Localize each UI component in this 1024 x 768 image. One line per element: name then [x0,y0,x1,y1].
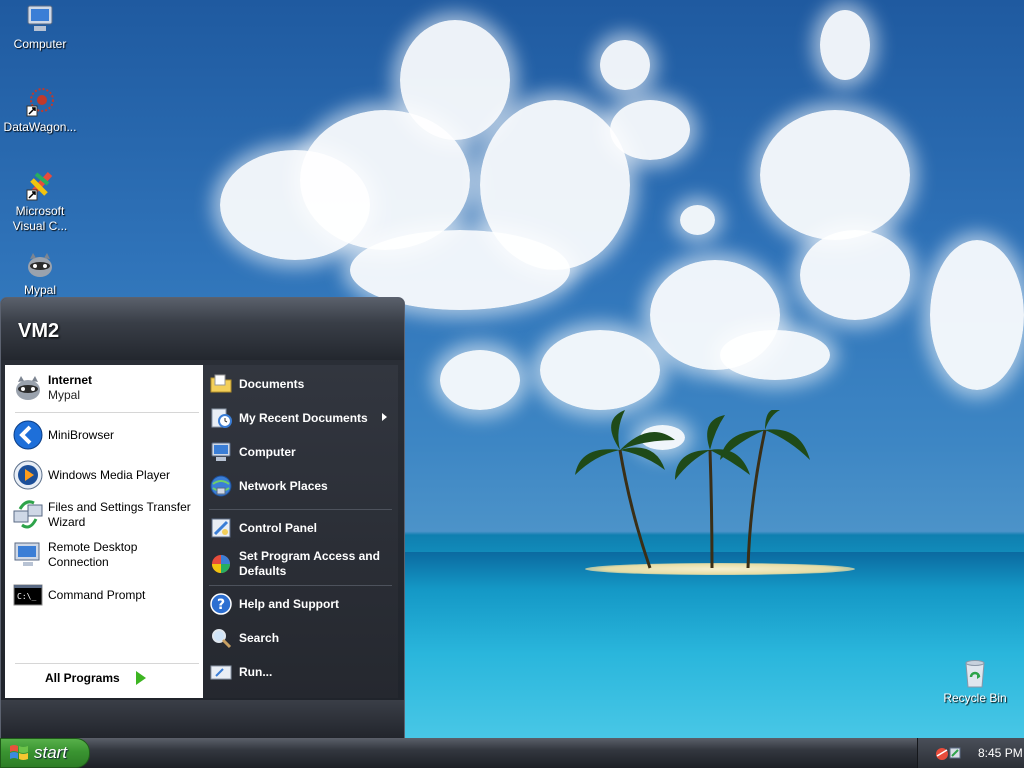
menu-item-label: Windows Media Player [48,467,171,482]
start-menu: VM2 Internet Mypal MiniBrowser Windows M… [0,297,405,739]
command-prompt-icon: C:\_ [13,584,43,606]
windows-logo-icon [10,745,28,760]
start-label: start [34,743,68,762]
system-tray: 8:45 PM [917,738,1024,768]
start-menu-footer [1,700,404,738]
separator [209,509,392,510]
mypal-icon [28,253,52,277]
menu-item-label: Search [239,630,280,645]
user-name: VM2 [18,320,60,342]
menu-item-recent-documents[interactable]: My Recent Documents [207,403,393,433]
menu-item-label: My Recent Documents [239,410,368,425]
network-places-icon [210,475,232,497]
menu-item-label: Documents [239,376,305,391]
desktop-icon-recycle-bin[interactable]: Recycle Bin [935,657,1015,706]
separator [15,663,199,664]
desktop-icon-datawagon[interactable]: DataWagon... [0,86,80,135]
menu-item-documents[interactable]: Documents [207,369,393,399]
desktop-icon-label: Microsoft Visual C... [12,204,68,233]
all-programs-label: All Programs [45,671,120,685]
menu-item-transfer-wizard[interactable]: Files and Settings Transfer Wizard [9,496,199,534]
menu-item-command-prompt[interactable]: C:\_ Command Prompt [9,576,199,614]
desktop-icon-mypal[interactable]: Mypal [0,249,80,298]
desktop-icon-label: DataWagon... [3,120,77,134]
menu-item-internet[interactable]: Internet Mypal [9,367,199,409]
clock[interactable]: 8:45 PM [978,746,1023,760]
menu-item-label: Network Places [239,478,328,493]
separator [15,412,199,413]
computer-icon [27,5,53,31]
minibrowser-icon [13,420,43,450]
menu-item-media-player[interactable]: Windows Media Player [9,456,199,494]
search-icon [212,629,232,649]
sea [400,552,1024,738]
menu-item-label: Set Program Access and Defaults [239,549,380,578]
desktop-icon-computer[interactable]: Computer [0,3,80,52]
menu-item-label: Remote Desktop Connection [48,540,138,569]
menu-item-computer[interactable]: Computer [207,437,393,467]
submenu-arrow-icon [382,413,387,421]
svg-text:C:\_: C:\_ [17,592,36,601]
palm-trees [575,410,810,569]
menu-item-search[interactable]: Search [207,623,393,653]
menu-item-run[interactable]: Run... [207,657,393,687]
visual-c-icon [26,171,53,201]
menu-item-minibrowser[interactable]: MiniBrowser [9,416,199,454]
menu-item-label: Internet [48,373,93,387]
arrow-right-icon [135,671,146,685]
tray-status-icons[interactable] [934,744,964,762]
menu-item-label: Computer [239,444,296,459]
media-player-icon [13,460,43,490]
menu-item-label: Help and Support [239,596,339,611]
menu-item-label: Run... [239,664,273,679]
mypal-icon [16,376,40,400]
desktop-icon-label: Computer [13,37,67,51]
separator [209,585,392,586]
start-menu-places-pane: Documents My Recent Documents Computer N… [203,365,398,698]
menu-item-sublabel: Mypal [48,388,81,402]
taskbar: start 8:45 PM [0,738,1024,768]
computer-icon [211,442,231,461]
desktop-icon-label: Recycle Bin [943,691,1007,705]
svg-text:?: ? [217,597,225,613]
help-icon: ? [210,593,232,615]
menu-item-control-panel[interactable]: Control Panel [207,513,393,543]
all-programs-button[interactable]: All Programs [45,671,146,685]
program-defaults-icon [212,555,230,573]
start-menu-programs-pane: Internet Mypal MiniBrowser Windows Media… [5,365,203,698]
recycle-bin-icon [965,660,985,688]
menu-item-label: Control Panel [239,520,318,535]
recent-documents-icon [211,408,232,428]
run-icon [210,665,232,680]
menu-item-label: Command Prompt [48,587,146,602]
menu-item-program-defaults[interactable]: Set Program Access and Defaults [207,547,393,581]
menu-item-network-places[interactable]: Network Places [207,471,393,501]
remote-desktop-icon [14,542,40,566]
start-button[interactable]: start [0,738,90,768]
start-menu-header: VM2 [1,298,404,360]
documents-folder-icon [210,374,232,393]
menu-item-label: MiniBrowser [48,427,115,442]
menu-item-label: Files and Settings Transfer Wizard [48,500,191,529]
datawagon-icon [26,88,54,117]
desktop-icon-visual-c[interactable]: Microsoft Visual C... [0,170,80,234]
menu-item-help[interactable]: ? Help and Support [207,589,393,619]
desktop-icon-label: Mypal [23,283,56,297]
transfer-wizard-icon [13,500,43,529]
control-panel-icon [211,518,231,538]
menu-item-remote-desktop[interactable]: Remote Desktop Connection [9,536,199,574]
